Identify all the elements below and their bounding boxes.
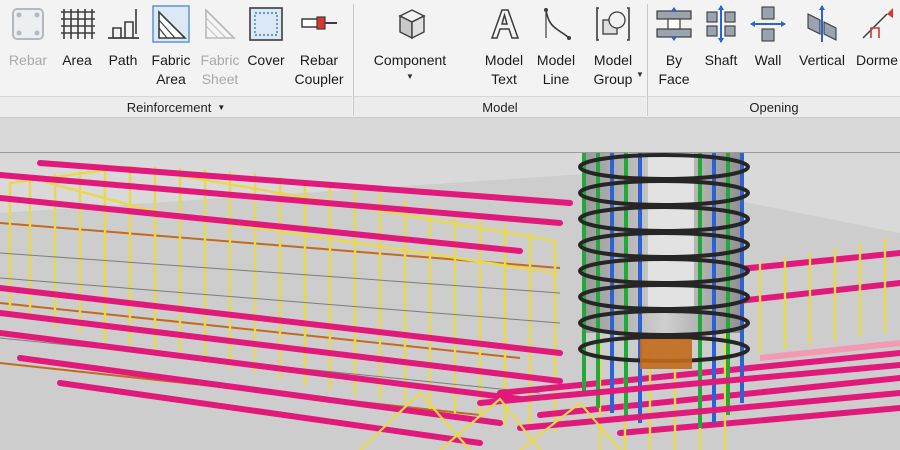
panel-expand-chevron-icon[interactable]: ▼ [217,103,225,112]
vertical-opening-button[interactable]: Vertical [794,4,850,96]
model-text-icon [484,4,524,44]
cover-label: Cover [247,52,285,68]
model-line-label: Model Line [536,52,576,87]
fabric-area-icon [151,4,191,44]
area-grid-icon [57,4,97,44]
rebar-model-drawing [0,153,900,450]
path-button[interactable]: Path [100,4,146,96]
model-tools: Component ▼ Model Text Model Line Model … [354,0,646,96]
options-bar [0,118,900,153]
opening-tools: By Face Shaft Wall Vertical Dorme [648,0,900,96]
area-label: Area [62,52,92,68]
dormer-icon [857,4,897,44]
column-base-plate [640,339,692,369]
fabric-area-label: Fabric Area [151,52,191,87]
model-panel: Component ▼ Model Text Model Line Model … [354,0,646,117]
wall-opening-button[interactable]: Wall [746,4,790,96]
model-group-dropdown-arrow-icon[interactable]: ▼ [636,70,644,79]
path-icon [103,4,143,44]
model-group-button[interactable]: Model Group ▼ [586,4,644,96]
model-group-label: Model Group [593,52,633,87]
cover-button[interactable]: Cover [244,4,288,96]
by-face-icon [654,4,694,44]
reinforcement-panel-title[interactable]: Reinforcement ▼ [0,96,352,117]
dormer-label: Dorme [856,52,899,68]
path-label: Path [108,52,138,68]
rebar-label: Rebar [8,52,48,68]
coupler-icon [299,4,339,44]
vertical-opening-icon [802,4,842,44]
shaft-button[interactable]: Shaft [698,4,744,96]
component-dropdown-arrow-icon[interactable]: ▼ [406,72,414,81]
opening-panel: By Face Shaft Wall Vertical Dorme Openin… [648,0,900,117]
component-label: Component [373,52,447,68]
component-button[interactable]: Component ▼ [362,4,458,96]
rebar-coupler-button[interactable]: Rebar Coupler [288,4,350,96]
reinforcement-tools: Rebar Area Path Fabric Area Fabric Sheet… [0,0,352,96]
model-text-label: Model Text [484,52,524,87]
component-cube-icon [390,4,430,44]
vertical-label: Vertical [799,52,845,68]
model-text-button[interactable]: Model Text [478,4,530,96]
fabric-area-button[interactable]: Fabric Area [146,4,196,96]
area-button[interactable]: Area [54,4,100,96]
model-line-button[interactable]: Model Line [530,4,582,96]
shaft-icon [701,4,741,44]
opening-panel-title: Opening [648,96,900,117]
model-line-icon [536,4,576,44]
3d-model-viewport[interactable] [0,153,900,450]
ribbon: Rebar Area Path Fabric Area Fabric Sheet… [0,0,900,118]
rebar-icon [8,4,48,44]
fabric-sheet-label: Fabric Sheet [200,52,240,87]
dormer-button[interactable]: Dorme [854,4,900,96]
fabric-sheet-icon [200,4,240,44]
wall-opening-icon [748,4,788,44]
by-face-button[interactable]: By Face [650,4,698,96]
cover-icon [246,4,286,44]
model-group-icon [593,4,633,44]
rebar-coupler-label: Rebar Coupler [294,52,344,87]
rebar-button[interactable]: Rebar [2,4,54,96]
by-face-label: By Face [658,52,690,87]
model-panel-title: Model [354,96,646,117]
wall-label: Wall [754,52,782,68]
shaft-label: Shaft [704,52,738,68]
fabric-sheet-button[interactable]: Fabric Sheet [196,4,244,96]
reinforcement-panel: Rebar Area Path Fabric Area Fabric Sheet… [0,0,352,117]
